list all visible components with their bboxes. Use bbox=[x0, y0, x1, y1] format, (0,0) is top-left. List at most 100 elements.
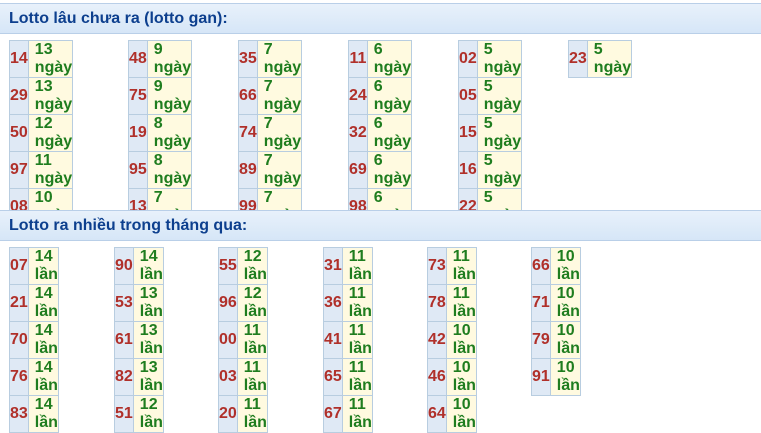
lotto-count: 11 lần bbox=[341, 358, 373, 396]
lotto-group: 73 11 lần 78 11 lần 42 10 lần 46 10 lần 64 10 lần bbox=[427, 247, 477, 433]
lotto-group: 357 ngày667 ngày747 ngày897 ngày997 ngày bbox=[238, 40, 303, 226]
table-row: 05 5 ngày bbox=[458, 77, 523, 115]
lotto-number: 55 bbox=[218, 247, 238, 285]
lotto-count: 14 lần bbox=[27, 247, 59, 285]
table-row: 53 13 lần bbox=[114, 284, 164, 322]
lotto-count: 10 lần bbox=[445, 395, 477, 433]
lotto-count: 6 ngày bbox=[366, 114, 413, 152]
lotto-number: 75 bbox=[128, 77, 148, 115]
lotto-number: 83 bbox=[9, 395, 29, 433]
lotto-number: 29 bbox=[9, 77, 29, 115]
lotto-group: 55 12 lần 96 12 lần 00 11 lần 03 11 lần 20 11 lần bbox=[218, 247, 268, 433]
table-row: 90 14 lần bbox=[114, 247, 164, 285]
table-row: 70 14 lần bbox=[9, 321, 59, 359]
lotto-number: 46 bbox=[427, 358, 447, 396]
lotto-count: 11 lần bbox=[341, 395, 373, 433]
lotto-number: 64 bbox=[427, 395, 447, 433]
table-row: 02 5 ngày bbox=[458, 40, 523, 78]
lotto-count: 7 ngày bbox=[256, 114, 303, 152]
lotto-count: 10 lần bbox=[549, 284, 581, 322]
table-row: 75 9 ngày bbox=[128, 77, 193, 115]
table-row: 89 7 ngày bbox=[238, 151, 303, 189]
table-row: 95 8 ngày bbox=[128, 151, 193, 189]
table-row: 32 6 ngày bbox=[348, 114, 413, 152]
lotto-number: 69 bbox=[348, 151, 368, 189]
lotto-number: 53 bbox=[114, 284, 134, 322]
table-row: 29 13 ngày bbox=[9, 77, 74, 115]
lotto-number: 67 bbox=[323, 395, 343, 433]
lotto-count: 11 lần bbox=[236, 321, 268, 359]
lotto-group: 489 ngày759 ngày198 ngày958 ngày137 ngày bbox=[128, 40, 193, 226]
table-row: 96 12 lần bbox=[218, 284, 268, 322]
lotto-group: 07 14 lần 21 14 lần 70 14 lần 76 14 lần 83 14 lần bbox=[9, 247, 59, 433]
lotto-count: 11 lần bbox=[236, 395, 268, 433]
table-row: 21 14 lần bbox=[9, 284, 59, 322]
section-title-lotto-gan: Lotto lâu chưa ra (lotto gan): bbox=[0, 3, 761, 34]
lotto-number: 66 bbox=[238, 77, 258, 115]
lotto-count: 6 ngày bbox=[366, 151, 413, 189]
lotto-number: 70 bbox=[9, 321, 29, 359]
lotto-number: 21 bbox=[9, 284, 29, 322]
table-row: 48 9 ngày bbox=[128, 40, 193, 78]
section-title-lotto-ra-nhieu: Lotto ra nhiều trong tháng qua: bbox=[0, 210, 761, 241]
lotto-count: 7 ngày bbox=[256, 40, 303, 78]
table-row: 97 11 ngày bbox=[9, 151, 74, 189]
lotto-count: 10 lần bbox=[549, 247, 581, 285]
lotto-count: 10 lần bbox=[549, 358, 581, 396]
lotto-number: 11 bbox=[348, 40, 368, 78]
table-row: 16 5 ngày bbox=[458, 151, 523, 189]
lotto-number: 07 bbox=[9, 247, 29, 285]
lotto-group: 66 10 lần 71 10 lần 79 10 lần 91 10 lần bbox=[531, 247, 581, 396]
lotto-number: 20 bbox=[218, 395, 238, 433]
lotto-number: 61 bbox=[114, 321, 134, 359]
table-row: 11 6 ngày bbox=[348, 40, 413, 78]
lotto-count: 12 lần bbox=[132, 395, 164, 433]
lotto-count: 10 lần bbox=[445, 321, 477, 359]
lotto-count: 6 ngày bbox=[366, 40, 413, 78]
lotto-count: 5 ngày bbox=[586, 40, 633, 78]
lotto-number: 19 bbox=[128, 114, 148, 152]
lotto-group: 90 14 lần 53 13 lần 61 13 lần 82 13 lần 51 12 lần bbox=[114, 247, 164, 433]
lotto-count: 11 lần bbox=[341, 321, 373, 359]
lotto-number: 50 bbox=[9, 114, 29, 152]
lotto-count: 11 lần bbox=[341, 284, 373, 322]
lotto-number: 16 bbox=[458, 151, 478, 189]
table-row: 19 8 ngày bbox=[128, 114, 193, 152]
table-row: 41 11 lần bbox=[323, 321, 373, 359]
lotto-count: 14 lần bbox=[27, 321, 59, 359]
lotto-count: 5 ngày bbox=[476, 40, 523, 78]
table-row: 20 11 lần bbox=[218, 395, 268, 433]
lotto-count: 11 ngày bbox=[27, 151, 74, 189]
lotto-number: 15 bbox=[458, 114, 478, 152]
lotto-count: 13 ngày bbox=[27, 40, 74, 78]
table-row: 83 14 lần bbox=[9, 395, 59, 433]
table-row: 51 12 lần bbox=[114, 395, 164, 433]
lotto-number: 00 bbox=[218, 321, 238, 359]
table-row: 03 11 lần bbox=[218, 358, 268, 396]
table-row: 91 10 lần bbox=[531, 358, 581, 396]
lotto-number: 42 bbox=[427, 321, 447, 359]
lotto-count: 8 ngày bbox=[146, 151, 193, 189]
table-row: 31 11 lần bbox=[323, 247, 373, 285]
lotto-number: 03 bbox=[218, 358, 238, 396]
lotto-count: 5 ngày bbox=[476, 114, 523, 152]
lotto-number: 90 bbox=[114, 247, 134, 285]
lotto-count: 8 ngày bbox=[146, 114, 193, 152]
lotto-count: 14 lần bbox=[132, 247, 164, 285]
table-row: 66 7 ngày bbox=[238, 77, 303, 115]
table-row: 46 10 lần bbox=[427, 358, 477, 396]
lotto-number: 24 bbox=[348, 77, 368, 115]
lotto-count: 11 lần bbox=[445, 284, 477, 322]
lotto-group: 23 5 ngày bbox=[568, 40, 633, 78]
lotto-group: 116 ngày246 ngày326 ngày696 ngày986 ngày bbox=[348, 40, 413, 226]
lotto-number: 36 bbox=[323, 284, 343, 322]
lotto-number: 74 bbox=[238, 114, 258, 152]
lotto-number: 71 bbox=[531, 284, 551, 322]
table-row: 00 11 lần bbox=[218, 321, 268, 359]
table-row: 42 10 lần bbox=[427, 321, 477, 359]
table-row: 65 11 lần bbox=[323, 358, 373, 396]
lotto-count: 14 lần bbox=[27, 395, 59, 433]
lotto-number: 32 bbox=[348, 114, 368, 152]
lotto-number: 31 bbox=[323, 247, 343, 285]
table-row: 73 11 lần bbox=[427, 247, 477, 285]
